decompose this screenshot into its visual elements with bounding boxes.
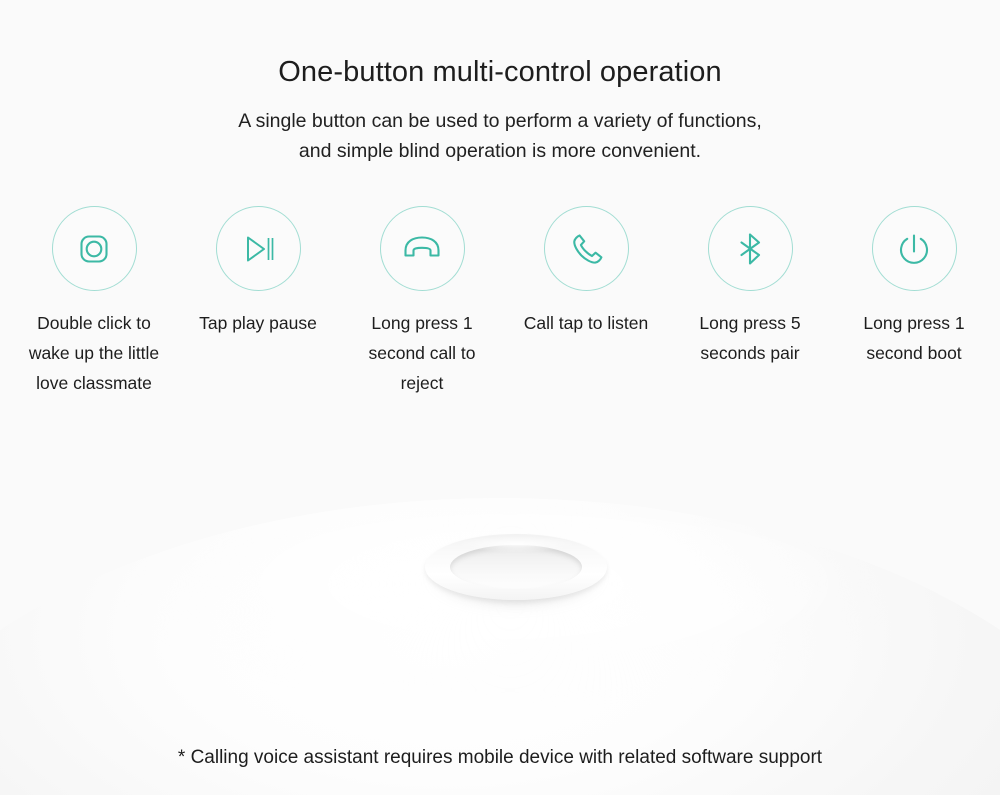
feature-caption-power: Long press 1 second boot [832, 308, 996, 368]
caption-line: Long press 1 [371, 313, 473, 333]
icon-circle-phone-call [543, 206, 629, 291]
page-title: One-button multi-control operation [278, 56, 722, 88]
page-subtitle: A single button can be used to perform a… [0, 106, 1000, 166]
icon-circle-bluetooth [707, 206, 793, 291]
play-pause-icon [238, 229, 278, 269]
promo-page: One-button multi-control operation A sin… [0, 0, 1000, 795]
feature-item-play-pause: Tap play pause [176, 206, 340, 398]
feature-caption-bluetooth: Long press 5 seconds pair [668, 308, 832, 368]
caption-line: seconds pair [700, 343, 800, 363]
feature-caption-voice-assistant: Double click to wake up the little love … [12, 308, 176, 398]
caption-line: second call to [368, 343, 476, 363]
caption-line: second boot [866, 343, 962, 363]
feature-item-call-answer: Call tap to listen [504, 206, 668, 398]
feature-caption-call-answer: Call tap to listen [504, 308, 668, 338]
icon-circle-call-end [379, 206, 465, 291]
bluetooth-icon [730, 229, 770, 269]
phone-call-icon [566, 229, 606, 269]
ring-highlight [461, 536, 573, 552]
caption-line: Long press 1 [863, 313, 965, 333]
feature-item-power: Long press 1 second boot [832, 206, 996, 398]
caption-line: reject [400, 373, 444, 393]
page-subtitle-line-2: and simple blind operation is more conve… [298, 140, 702, 162]
header-block: One-button multi-control operation A sin… [0, 52, 1000, 166]
feature-item-bluetooth: Long press 5 seconds pair [668, 206, 832, 398]
caption-line: Call tap to listen [523, 313, 649, 333]
call-end-icon [400, 229, 444, 269]
feature-caption-call-reject: Long press 1 second call to reject [340, 308, 504, 398]
icon-circle-voice-assistant [51, 206, 137, 291]
icon-circle-play-pause [215, 206, 301, 291]
product-image [0, 430, 1000, 795]
voice-assistant-icon [74, 229, 114, 269]
caption-line: Long press 5 [699, 313, 801, 333]
feature-item-voice-assistant: Double click to wake up the little love … [12, 206, 176, 398]
feature-item-call-reject: Long press 1 second call to reject [340, 206, 504, 398]
icon-circle-power [871, 206, 957, 291]
multi-function-ring-button [425, 534, 607, 608]
caption-line: Double click to [37, 313, 151, 333]
caption-line: Tap play pause [199, 313, 317, 333]
power-icon [894, 229, 934, 269]
feature-caption-play-pause: Tap play pause [176, 308, 340, 338]
caption-line: love classmate [36, 373, 152, 393]
footnote: * Calling voice assistant requires mobil… [177, 747, 823, 768]
feature-list: Double click to wake up the little love … [0, 206, 1000, 398]
caption-line: wake up the little [28, 343, 160, 363]
page-subtitle-line-1: A single button can be used to perform a… [238, 110, 762, 132]
